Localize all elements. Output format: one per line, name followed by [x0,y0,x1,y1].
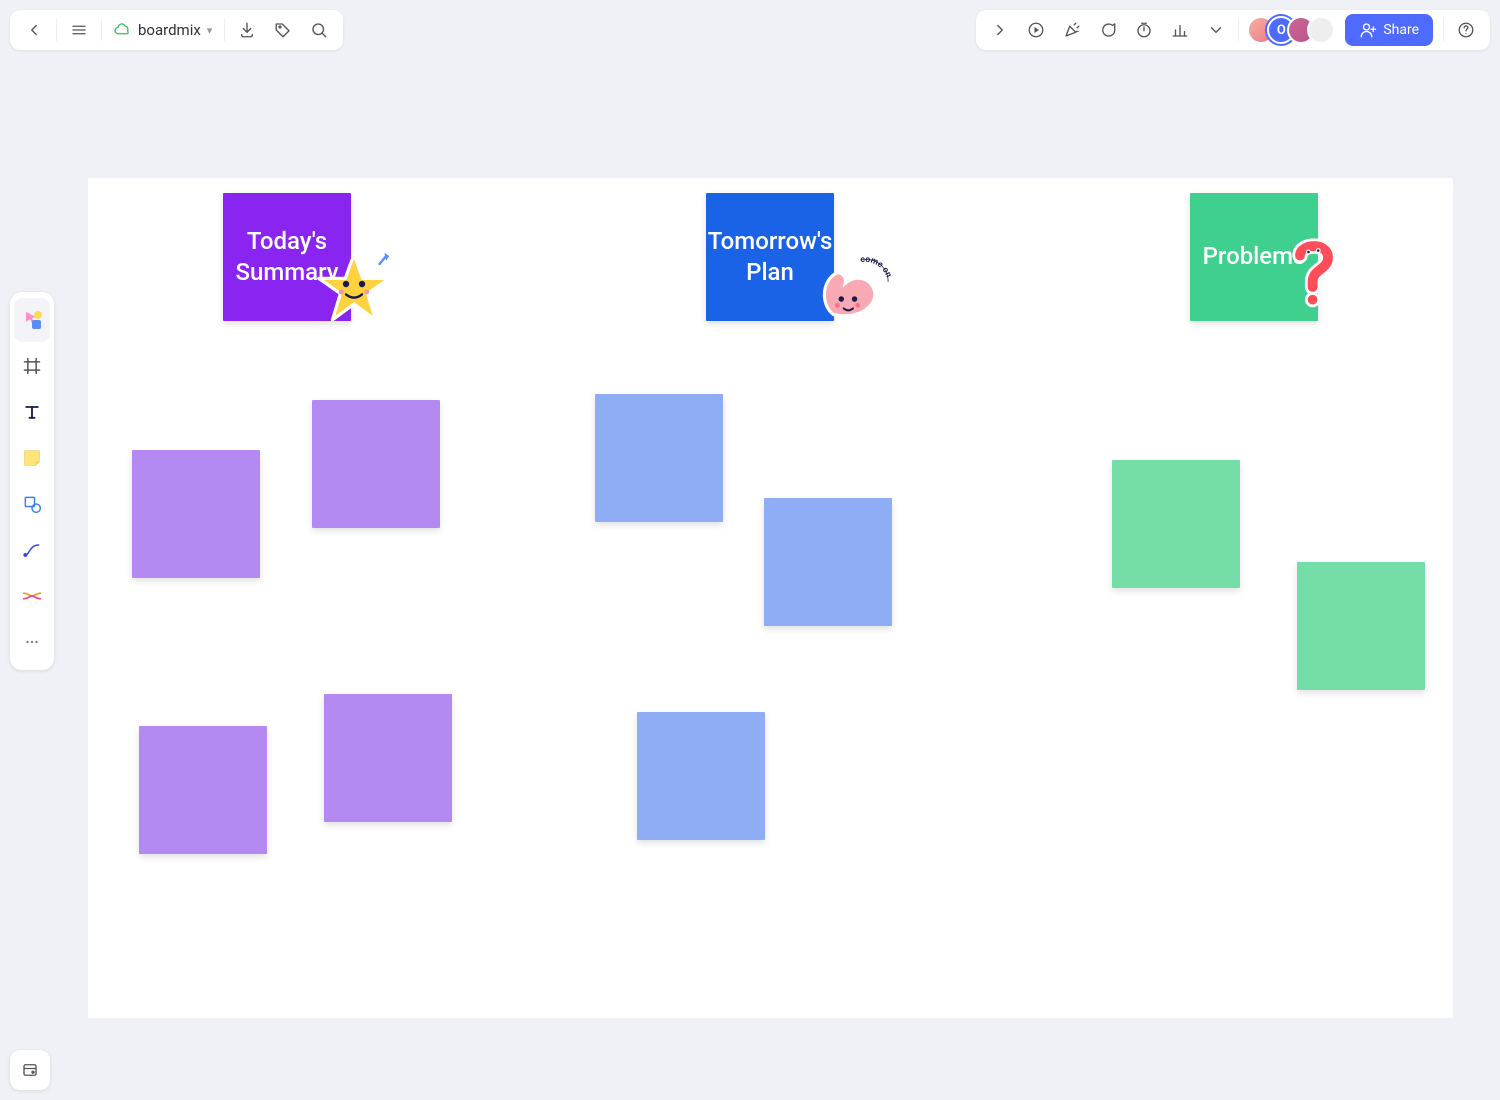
chevron-down-icon: ▾ [207,24,213,37]
select-tool[interactable] [14,298,50,342]
tag-button[interactable] [265,12,301,48]
shape-tool[interactable] [14,482,50,526]
share-button[interactable]: Share [1345,14,1433,46]
sticky-note-icon [21,447,43,469]
sticky-note[interactable] [764,498,892,626]
sticky-note[interactable] [595,394,723,522]
sticky-note[interactable] [637,712,765,840]
bar-chart-icon [1171,21,1189,39]
hamburger-icon [70,21,88,39]
connector-tool[interactable] [14,574,50,618]
line-tool[interactable] [14,528,50,572]
left-toolbar [10,292,54,670]
minimap-button[interactable] [10,1050,50,1090]
more-tools[interactable] [14,620,50,664]
chart-button[interactable] [1162,12,1198,48]
collaborator-avatars[interactable]: O [1243,16,1339,44]
confetti-icon [1063,21,1081,39]
flex-arm-sticker[interactable]: come on [814,246,892,324]
sticky-note[interactable] [1112,460,1240,588]
separator [56,19,57,41]
sticky-note[interactable] [312,400,440,528]
tag-icon [274,21,292,39]
help-icon [1457,21,1475,39]
search-button[interactable] [301,12,337,48]
connector-icon [21,585,43,607]
separator [224,19,225,41]
question-mark-sticker[interactable] [1284,238,1344,308]
layout-icon [21,1061,39,1079]
expand-button[interactable] [982,12,1018,48]
board-title-dropdown[interactable]: boardmix ▾ [106,21,220,39]
canvas[interactable]: Today's Summary Tomorrow's Plan Problems [88,178,1453,1018]
top-bar-left: boardmix ▾ [10,10,343,50]
menu-button[interactable] [61,12,97,48]
sticky-note[interactable] [132,450,260,578]
question-mark-icon [1284,238,1344,308]
frame-icon [22,356,42,376]
flex-arm-icon: come on [814,246,892,324]
help-button[interactable] [1448,12,1484,48]
shapes-icon [22,494,42,514]
chevron-down-icon [1207,21,1225,39]
present-button[interactable] [1018,12,1054,48]
download-button[interactable] [229,12,265,48]
board-title: boardmix [138,21,201,39]
sticky-note[interactable] [139,726,267,854]
curve-icon [22,540,42,560]
back-button[interactable] [16,12,52,48]
top-bar: boardmix ▾ [10,10,1490,50]
avatar-initial: O [1277,23,1286,38]
svg-text:come on: come on [860,255,892,280]
user-plus-icon [1359,21,1377,39]
cursor-shapes-icon [20,308,44,332]
separator [1443,19,1444,41]
share-label: Share [1383,22,1419,38]
cloud-sync-icon [114,21,132,39]
timer-button[interactable] [1126,12,1162,48]
more-tools-button[interactable] [1198,12,1234,48]
timer-icon [1135,21,1153,39]
text-icon [22,402,42,422]
comment-icon [1099,21,1117,39]
top-bar-right: O Share [976,10,1490,50]
sticky-note[interactable] [324,694,452,822]
chevron-right-icon [991,21,1009,39]
star-sticker[interactable] [314,248,394,328]
separator [1238,19,1239,41]
sticky-note-tool[interactable] [14,436,50,480]
avatar[interactable] [1307,16,1335,44]
chevron-left-icon [25,21,43,39]
celebrate-button[interactable] [1054,12,1090,48]
comment-button[interactable] [1090,12,1126,48]
sticky-note[interactable] [1297,562,1425,690]
search-icon [310,21,328,39]
frame-tool[interactable] [14,344,50,388]
download-icon [238,21,256,39]
dots-icon [23,633,41,651]
star-icon [314,248,394,328]
play-circle-icon [1027,21,1045,39]
text-tool[interactable] [14,390,50,434]
separator [101,19,102,41]
